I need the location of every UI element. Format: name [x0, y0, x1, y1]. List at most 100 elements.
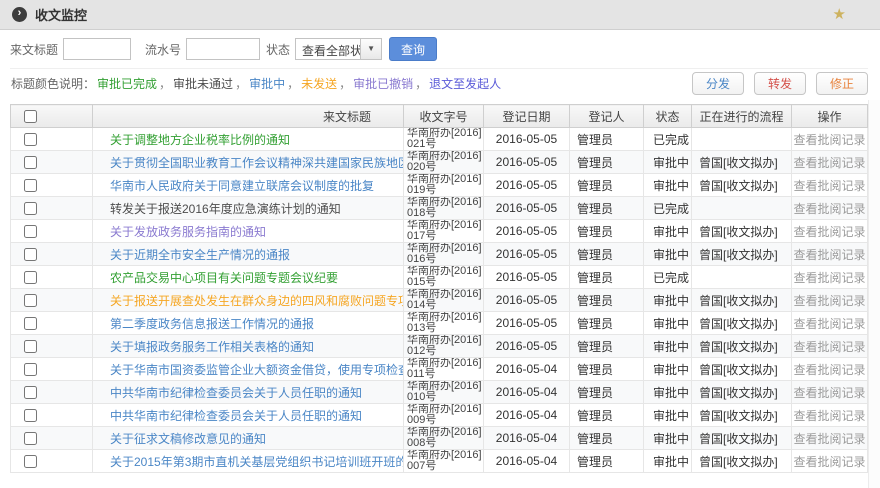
status-cell: 审批中 [644, 243, 692, 266]
page-title: 收文监控 [35, 5, 87, 24]
registrant-cell: 管理员 [570, 128, 644, 151]
docno-line2: 009号 [407, 415, 483, 426]
row-checkbox-cell [11, 174, 93, 197]
view-records-link[interactable]: 查看批阅记录 [793, 294, 865, 308]
flow-cell [692, 197, 792, 220]
view-records-link[interactable]: 查看批阅记录 [793, 156, 865, 170]
title-search-input[interactable] [63, 38, 131, 60]
doc-title-link[interactable]: 中共华南市纪律检查委员会关于人员任职的通知 [110, 409, 362, 423]
row-checkbox-cell [11, 450, 93, 473]
status-cell: 审批中 [644, 151, 692, 174]
registrant-cell: 管理员 [570, 289, 644, 312]
table-row: 中共华南市纪律检查委员会关于人员任职的通知 华南府办[2016]009号 201… [11, 404, 868, 427]
row-checkbox[interactable] [24, 156, 37, 169]
row-checkbox[interactable] [24, 248, 37, 261]
row-checkbox[interactable] [24, 317, 37, 330]
doc-title-link[interactable]: 关于发放政务服务指南的通知 [110, 225, 266, 239]
row-checkbox[interactable] [24, 432, 37, 445]
doc-title-link[interactable]: 关于近期全市安全生产情况的通报 [110, 248, 290, 262]
row-checkbox[interactable] [24, 179, 37, 192]
flow-cell [692, 266, 792, 289]
column-header-date: 登记日期 [484, 105, 570, 128]
registrant-cell: 管理员 [570, 312, 644, 335]
view-records-link[interactable]: 查看批阅记录 [793, 271, 865, 285]
chevron-down-icon[interactable]: ▼ [360, 39, 381, 59]
registrant-cell: 管理员 [570, 450, 644, 473]
docno-cell: 华南府办[2016]011号 [404, 358, 484, 381]
row-checkbox[interactable] [24, 271, 37, 284]
doc-title-link[interactable]: 农产品交易中心项目有关问题专题会议纪要 [110, 271, 338, 285]
view-records-link[interactable]: 查看批阅记录 [793, 248, 865, 262]
view-records-link[interactable]: 查看批阅记录 [793, 455, 865, 469]
doc-title-link[interactable]: 第二季度政务信息报送工作情况的通报 [110, 317, 314, 331]
column-header-status: 状态 [644, 105, 692, 128]
forward-button[interactable]: 转发 [754, 72, 806, 95]
row-checkbox[interactable] [24, 202, 37, 215]
docno-cell: 华南府办[2016]008号 [404, 427, 484, 450]
docno-line2: 016号 [407, 254, 483, 265]
doc-title-link[interactable]: 关于填报政务服务工作相关表格的通知 [110, 340, 314, 354]
legend-item: 审批已完成 [97, 77, 157, 91]
docno-cell: 华南府办[2016]019号 [404, 174, 484, 197]
docno-cell: 华南府办[2016]007号 [404, 450, 484, 473]
row-checkbox[interactable] [24, 386, 37, 399]
docno-line2: 015号 [407, 277, 483, 288]
doc-title-link[interactable]: 关于2015年第3期市直机关基层党组织书记培训班开班的通知 [110, 455, 404, 469]
view-records-link[interactable]: 查看批阅记录 [793, 363, 865, 377]
view-records-link[interactable]: 查看批阅记录 [793, 317, 865, 331]
row-checkbox[interactable] [24, 409, 37, 422]
docno-cell: 华南府办[2016]014号 [404, 289, 484, 312]
legend-separator: ， [235, 77, 247, 91]
docno-line2: 011号 [407, 369, 483, 380]
serial-search-input[interactable] [186, 38, 260, 60]
row-checkbox-cell [11, 335, 93, 358]
flow-cell: 曾国[收文拟办] [692, 174, 792, 197]
doc-title-link[interactable]: 关于报送开展查处发生在群众身边的四风和腐败问题专项治理工作方案通知 [110, 294, 404, 308]
chevron-right-circle-icon[interactable]: › [12, 7, 27, 22]
search-button[interactable]: 查询 [389, 37, 437, 61]
flow-cell: 曾国[收文拟办] [692, 335, 792, 358]
row-checkbox[interactable] [24, 340, 37, 353]
date-cell: 2016-05-05 [484, 312, 570, 335]
doc-title-link[interactable]: 关于征求文稿修改意见的通知 [110, 432, 266, 446]
row-checkbox[interactable] [24, 225, 37, 238]
view-records-link[interactable]: 查看批阅记录 [793, 386, 865, 400]
flow-cell: 曾国[收文拟办] [692, 427, 792, 450]
table-row: 华南市人民政府关于同意建立联席会议制度的批复 华南府办[2016]019号 20… [11, 174, 868, 197]
view-records-link[interactable]: 查看批阅记录 [793, 432, 865, 446]
flow-cell: 曾国[收文拟办] [692, 243, 792, 266]
row-checkbox[interactable] [24, 133, 37, 146]
doc-title-link[interactable]: 华南市人民政府关于同意建立联席会议制度的批复 [110, 179, 374, 193]
select-all-cell [11, 105, 93, 128]
doc-title-link[interactable]: 中共华南市纪律检查委员会关于人员任职的通知 [110, 386, 362, 400]
view-records-link[interactable]: 查看批阅记录 [793, 340, 865, 354]
row-checkbox-cell [11, 289, 93, 312]
row-checkbox[interactable] [24, 363, 37, 376]
view-records-link[interactable]: 查看批阅记录 [793, 409, 865, 423]
date-cell: 2016-05-05 [484, 289, 570, 312]
doc-title-link[interactable]: 转发关于报送2016年度应急演练计划的通知 [110, 202, 341, 216]
status-cell: 审批中 [644, 358, 692, 381]
favorite-star-icon[interactable]: ★ [833, 7, 846, 22]
docno-line2: 019号 [407, 185, 483, 196]
view-records-link[interactable]: 查看批阅记录 [793, 133, 865, 147]
view-records-link[interactable]: 查看批阅记录 [793, 179, 865, 193]
scrollbar-track[interactable] [868, 100, 880, 488]
view-records-link[interactable]: 查看批阅记录 [793, 202, 865, 216]
flow-cell: 曾国[收文拟办] [692, 312, 792, 335]
select-all-checkbox[interactable] [24, 110, 37, 123]
column-header-docno: 收文字号 [404, 105, 484, 128]
doc-title-link[interactable]: 关于调整地方企业税率比例的通知 [110, 133, 290, 147]
view-records-link[interactable]: 查看批阅记录 [793, 225, 865, 239]
doc-title-link[interactable]: 关于华南市国资委监管企业大额资金借贷，使用专项检查方案的通知 [110, 363, 404, 377]
row-checkbox[interactable] [24, 294, 37, 307]
status-cell: 审批中 [644, 174, 692, 197]
status-select[interactable]: 查看全部状态 ▼ [295, 38, 382, 60]
status-cell: 审批中 [644, 289, 692, 312]
correct-button[interactable]: 修正 [816, 72, 868, 95]
doc-title-link[interactable]: 关于贯彻全国职业教育工作会议精神深共建国家民族地区职业教育综合...的通知 [110, 156, 404, 170]
table-row: 第二季度政务信息报送工作情况的通报 华南府办[2016]013号 2016-05… [11, 312, 868, 335]
status-cell: 已完成 [644, 128, 692, 151]
row-checkbox[interactable] [24, 455, 37, 468]
distribute-button[interactable]: 分发 [692, 72, 744, 95]
